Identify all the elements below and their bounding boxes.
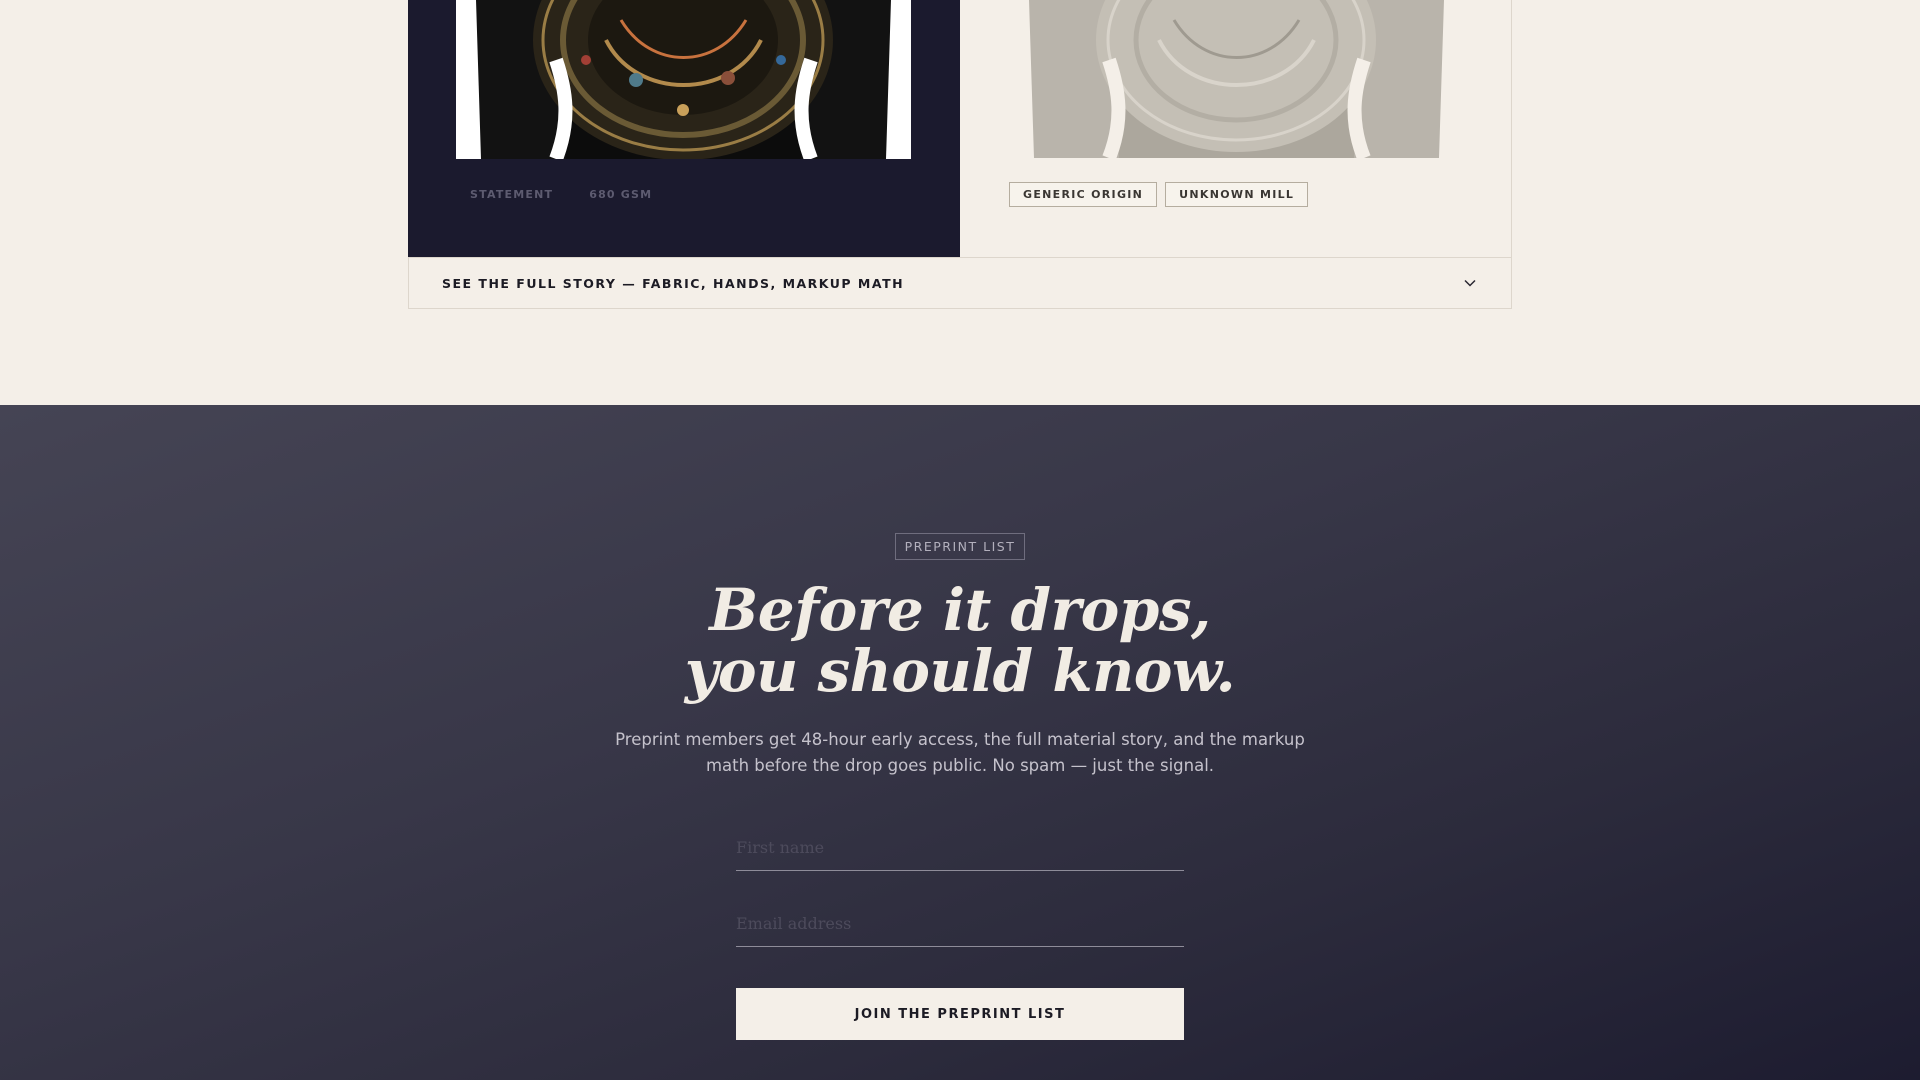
full-story-accordion[interactable]: SEE THE FULL STORY — FABRIC, HANDS, MARK… [408,257,1512,309]
embroidered-jacket-image [456,0,911,159]
tag-generic-origin: GENERIC ORIGIN [1009,182,1158,207]
generic-jacket-image [1009,0,1464,158]
generic-tags: GENERIC ORIGIN UNKNOWN MILL [1009,182,1309,207]
chevron-down-icon [1464,279,1476,287]
join-preprint-button[interactable]: JOIN THE PREPRINT LIST [736,988,1184,1040]
original-product-card: STATEMENT 680 GSM [408,0,960,258]
generic-product-card: GENERIC ORIGIN UNKNOWN MILL [960,0,1512,258]
comparison-section: STATEMENT 680 GSM GENERIC ORIGIN UNKNOWN… [408,0,1512,310]
headline-line-1: Before it drops, [709,576,1211,644]
tag-unknown-mill: UNKNOWN MILL [1165,182,1309,207]
product-specs: STATEMENT 680 GSM [470,188,652,201]
headline-line-2: you should know. [684,637,1236,705]
preprint-signup-section: PREPRINT LIST Before it drops, you shoul… [0,405,1920,1080]
preprint-description: Preprint members get 48-hour early acces… [615,730,1305,775]
preprint-eyebrow-badge: PREPRINT LIST [895,533,1025,560]
email-input[interactable] [736,901,1184,947]
preprint-headline: Before it drops, you should know. [560,580,1360,702]
first-name-input[interactable] [736,825,1184,871]
spec-style: STATEMENT [470,188,554,201]
accordion-label: SEE THE FULL STORY — FABRIC, HANDS, MARK… [442,275,905,291]
spec-weight: 680 GSM [589,188,653,201]
